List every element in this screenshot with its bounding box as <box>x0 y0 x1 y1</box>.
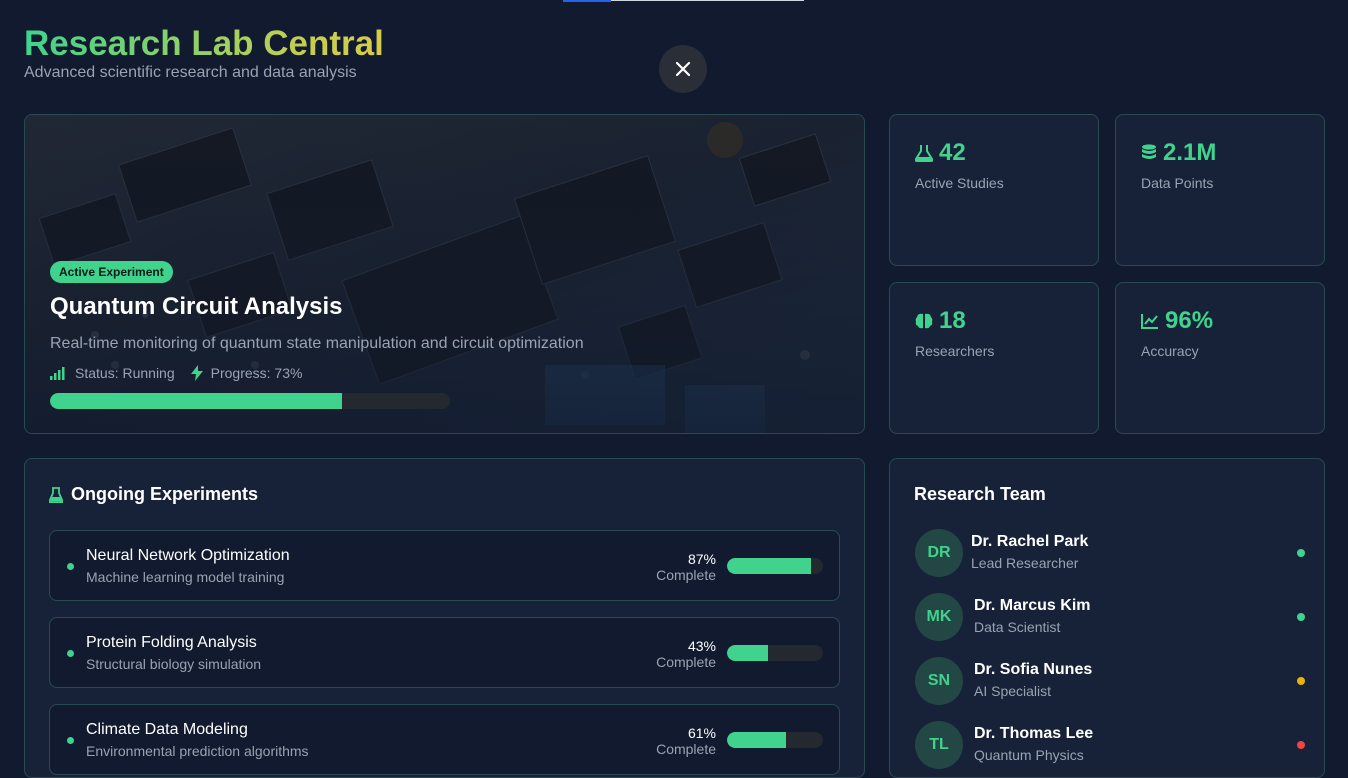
complete-label: Complete <box>656 567 716 583</box>
experiment-meta: Status: Running Progress: 73% <box>50 365 584 381</box>
complete-label: Complete <box>656 654 716 670</box>
team-member[interactable]: DR Dr. Rachel Park Lead Researcher <box>915 529 1305 577</box>
experiment-percent: 61% Complete <box>656 725 716 757</box>
experiment-progress-bar <box>727 645 823 661</box>
experiment-item[interactable]: Protein Folding Analysis Structural biol… <box>49 617 840 688</box>
flask-icon <box>915 145 933 162</box>
stat-card-researchers[interactable]: 18 Researchers <box>889 282 1099 434</box>
active-experiment-card[interactable]: Active Experiment Quantum Circuit Analys… <box>24 114 865 434</box>
status-meta: Status: Running <box>50 365 175 381</box>
status-dot <box>67 737 74 744</box>
top-tab-indicator <box>563 0 611 2</box>
page-header: Research Lab Central Advanced scientific… <box>24 24 384 82</box>
panel-title: Ongoing Experiments <box>49 484 258 505</box>
page-subtitle: Advanced scientific research and data an… <box>24 64 357 81</box>
status-dot <box>1297 613 1305 621</box>
stat-header: 2.1M <box>1141 139 1299 167</box>
experiment-name: Neural Network Optimization <box>86 547 290 564</box>
member-role: Quantum Physics <box>974 747 1084 763</box>
experiment-percent: 87% Complete <box>656 551 716 583</box>
close-button[interactable] <box>659 45 707 93</box>
ongoing-experiments-panel: Ongoing Experiments Neural Network Optim… <box>24 458 865 778</box>
stat-value: 2.1M <box>1163 139 1217 166</box>
experiment-name: Protein Folding Analysis <box>86 634 257 651</box>
status-dot <box>67 563 74 570</box>
progress-meta: Progress: 73% <box>190 365 303 381</box>
team-member[interactable]: MK Dr. Marcus Kim Data Scientist <box>915 593 1305 641</box>
stat-value: 18 <box>939 307 966 334</box>
status-dot <box>1297 677 1305 685</box>
stat-card-data-points[interactable]: 2.1M Data Points <box>1115 114 1325 266</box>
stat-header: 42 <box>915 139 1073 167</box>
stat-card-accuracy[interactable]: 96% Accuracy <box>1115 282 1325 434</box>
percent-value: 43% <box>687 638 716 654</box>
experiment-description: Real-time monitoring of quantum state ma… <box>50 335 584 352</box>
stat-label: Accuracy <box>1141 343 1199 359</box>
stat-value: 42 <box>939 139 966 166</box>
stat-header: 96% <box>1141 307 1299 335</box>
avatar: TL <box>915 721 963 769</box>
research-team-panel: Research Team DR Dr. Rachel Park Lead Re… <box>889 458 1325 778</box>
stat-value: 96% <box>1165 307 1214 334</box>
complete-label: Complete <box>656 741 716 757</box>
experiment-progress-bar <box>50 393 450 409</box>
experiment-progress-bar <box>727 732 823 748</box>
member-name: Dr. Marcus Kim <box>974 597 1091 614</box>
member-name: Dr. Rachel Park <box>971 533 1089 550</box>
stat-label: Researchers <box>915 343 995 359</box>
experiment-progress-bar <box>727 558 823 574</box>
experiments-title: Ongoing Experiments <box>71 484 259 504</box>
experiment-subtitle: Structural biology simulation <box>86 656 262 672</box>
brain-icon <box>915 313 933 329</box>
experiment-progress-fill <box>727 558 811 574</box>
team-member[interactable]: TL Dr. Thomas Lee Quantum Physics <box>915 721 1305 769</box>
experiment-progress-fill <box>727 645 769 661</box>
experiment-subtitle: Machine learning model training <box>86 569 285 585</box>
percent-value: 61% <box>687 725 716 741</box>
avatar: MK <box>915 593 963 641</box>
stat-card-active-studies[interactable]: 42 Active Studies <box>889 114 1099 266</box>
experiment-subtitle: Environmental prediction algorithms <box>86 743 309 759</box>
avatar: DR <box>915 529 963 577</box>
member-role: Lead Researcher <box>971 555 1079 571</box>
member-name: Dr. Thomas Lee <box>974 725 1094 742</box>
signal-icon <box>50 367 65 380</box>
page-title: Research Lab Central <box>24 24 384 63</box>
member-role: Data Scientist <box>974 619 1061 635</box>
experiment-progress-fill <box>727 732 786 748</box>
close-icon <box>675 61 691 77</box>
status-dot <box>67 650 74 657</box>
percent-value: 87% <box>687 551 716 567</box>
member-role: AI Specialist <box>974 683 1052 699</box>
avatar: SN <box>915 657 963 705</box>
flask-icon <box>49 486 63 503</box>
hero-content: Active Experiment Quantum Circuit Analys… <box>50 261 584 409</box>
experiment-percent: 43% Complete <box>656 638 716 670</box>
status-dot <box>1297 549 1305 557</box>
member-name: Dr. Sofia Nunes <box>974 661 1093 678</box>
status-badge: Active Experiment <box>50 261 173 283</box>
experiment-title: Quantum Circuit Analysis <box>50 293 343 320</box>
experiment-item[interactable]: Neural Network Optimization Machine lear… <box>49 530 840 601</box>
chart-line-icon <box>1141 314 1158 329</box>
bolt-icon <box>190 365 203 381</box>
stat-label: Active Studies <box>915 175 1004 191</box>
team-member[interactable]: SN Dr. Sofia Nunes AI Specialist <box>915 657 1305 705</box>
status-text: Status: Running <box>75 365 175 381</box>
panel-title: Research Team <box>914 484 1046 504</box>
experiment-item[interactable]: Climate Data Modeling Environmental pred… <box>49 704 840 775</box>
stat-header: 18 <box>915 307 1073 335</box>
experiment-progress-fill <box>50 393 342 409</box>
status-dot <box>1297 741 1305 749</box>
database-icon <box>1142 144 1156 159</box>
progress-text: Progress: 73% <box>210 365 303 381</box>
stat-label: Data Points <box>1141 175 1214 191</box>
experiment-name: Climate Data Modeling <box>86 721 248 738</box>
